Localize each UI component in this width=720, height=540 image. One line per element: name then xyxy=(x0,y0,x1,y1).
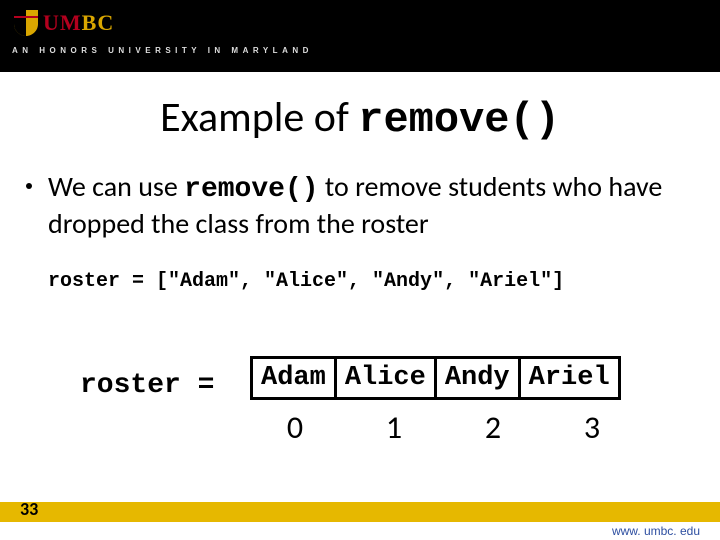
index-1: 1 xyxy=(340,408,448,447)
slide-title: Example of remove() xyxy=(0,92,720,144)
bullet-dot-icon xyxy=(26,183,32,189)
footer-bar xyxy=(0,502,720,522)
footer-url: www. umbc. edu xyxy=(612,524,700,538)
logo-um: UM xyxy=(43,10,82,35)
code-line: roster = ["Adam", "Alice", "Andy", "Arie… xyxy=(48,270,564,293)
slide: UMBC AN HONORS UNIVERSITY IN MARYLAND Ex… xyxy=(0,0,720,540)
cell-3: Ariel xyxy=(519,358,619,399)
tagline: AN HONORS UNIVERSITY IN MARYLAND xyxy=(12,46,313,55)
bullet-code: remove() xyxy=(184,174,318,205)
title-prefix: Example of xyxy=(160,92,358,143)
cell-1: Alice xyxy=(335,358,435,399)
bullet-1: We can use remove() to remove students w… xyxy=(48,170,678,240)
bullet-pre: We can use xyxy=(48,169,184,204)
index-row: 0 1 2 3 xyxy=(250,408,646,447)
header-band: UMBC AN HONORS UNIVERSITY IN MARYLAND xyxy=(0,0,720,72)
roster-label: roster = xyxy=(80,370,214,401)
logo-text: UMBC xyxy=(43,10,114,36)
index-2: 2 xyxy=(448,408,538,447)
cell-2: Andy xyxy=(435,358,519,399)
index-0: 0 xyxy=(250,408,340,447)
table-row: Adam Alice Andy Ariel xyxy=(252,358,620,399)
shield-icon xyxy=(12,8,40,38)
logo-bc: BC xyxy=(82,10,115,35)
title-code: remove() xyxy=(358,96,560,144)
umbc-logo: UMBC xyxy=(12,8,114,38)
roster-table: Adam Alice Andy Ariel xyxy=(250,356,621,400)
slide-number: 33 xyxy=(20,498,38,520)
cell-0: Adam xyxy=(252,358,336,399)
index-3: 3 xyxy=(538,408,646,447)
